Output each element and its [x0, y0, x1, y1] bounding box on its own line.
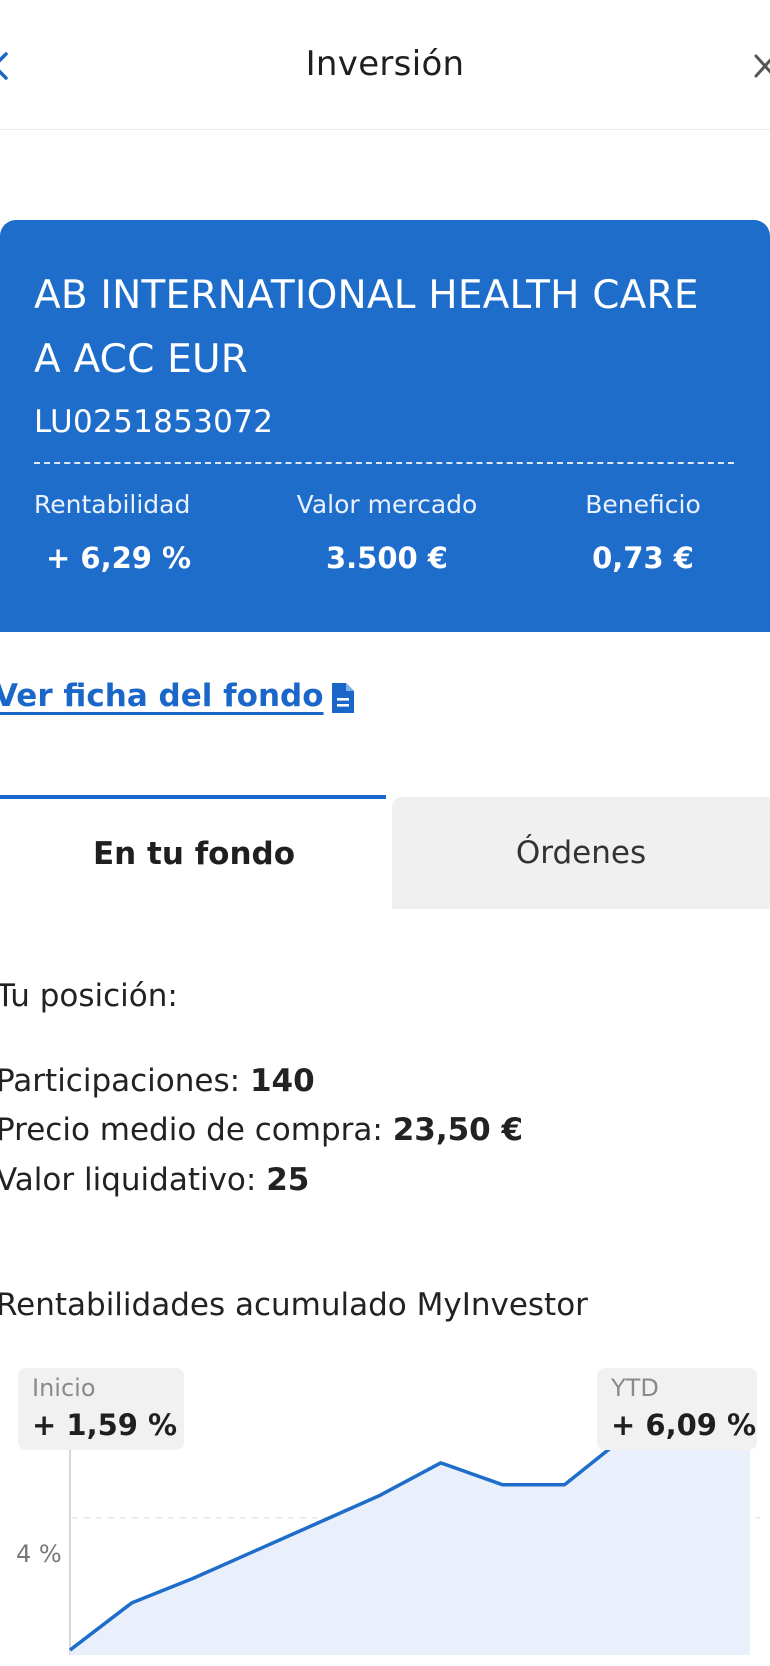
fund-sheet-link[interactable]: Ver ficha del fondo [0, 678, 324, 714]
position-row-participaciones: Participaciones: 140 [0, 1063, 315, 1099]
position-label: Precio medio de compra: [0, 1112, 383, 1148]
position-value: 140 [249, 1063, 315, 1099]
stat-beneficio: Beneficio 0,73 € [578, 490, 708, 575]
stat-value: + 6,29 % [46, 541, 192, 575]
top-bar: Inversión [0, 0, 770, 130]
position-label: Valor liquidativo: [0, 1162, 257, 1198]
stat-value: 3.500 € [325, 541, 448, 575]
fund-summary-card: AB INTERNATIONAL HEALTH CARE A ACC EUR L… [0, 220, 770, 632]
returns-title: Rentabilidades acumulado MyInvestor [0, 1287, 588, 1323]
badge-ytd: YTD + 6,09 % [597, 1368, 757, 1450]
page-title: Inversión [305, 44, 465, 84]
card-divider [34, 462, 734, 464]
tab-en-tu-fondo[interactable]: En tu fondo [0, 799, 388, 909]
stat-label: Valor mercado [296, 490, 478, 519]
fund-isin: LU0251853072 [34, 404, 274, 440]
position-value: 23,50 € [392, 1112, 524, 1148]
badge-value: + 1,59 % [32, 1408, 178, 1442]
position-title: Tu posición: [0, 978, 178, 1014]
position-row-valor-liquidativo: Valor liquidativo: 25 [0, 1162, 309, 1198]
close-icon[interactable] [748, 46, 770, 86]
position-row-precio-medio: Precio medio de compra: 23,50 € [0, 1112, 523, 1148]
badge-label: YTD [611, 1374, 659, 1402]
stat-valor-mercado: Valor mercado 3.500 € [282, 490, 492, 575]
fund-name: AB INTERNATIONAL HEALTH CARE A ACC EUR [34, 273, 699, 382]
stat-label: Rentabilidad [34, 490, 191, 519]
badge-value: + 6,09 % [611, 1408, 757, 1442]
stat-label: Beneficio [585, 490, 701, 519]
y-tick-label: 4 % [16, 1540, 62, 1568]
position-label: Participaciones: [0, 1063, 241, 1099]
stat-value: 0,73 € [592, 541, 694, 575]
document-icon[interactable] [330, 681, 356, 715]
badge-label: Inicio [32, 1374, 96, 1402]
position-value: 25 [266, 1162, 310, 1198]
stat-rentabilidad: Rentabilidad + 6,29 % [34, 490, 192, 575]
badge-inicio: Inicio + 1,59 % [18, 1368, 184, 1450]
tab-ordenes[interactable]: Órdenes [392, 797, 770, 909]
